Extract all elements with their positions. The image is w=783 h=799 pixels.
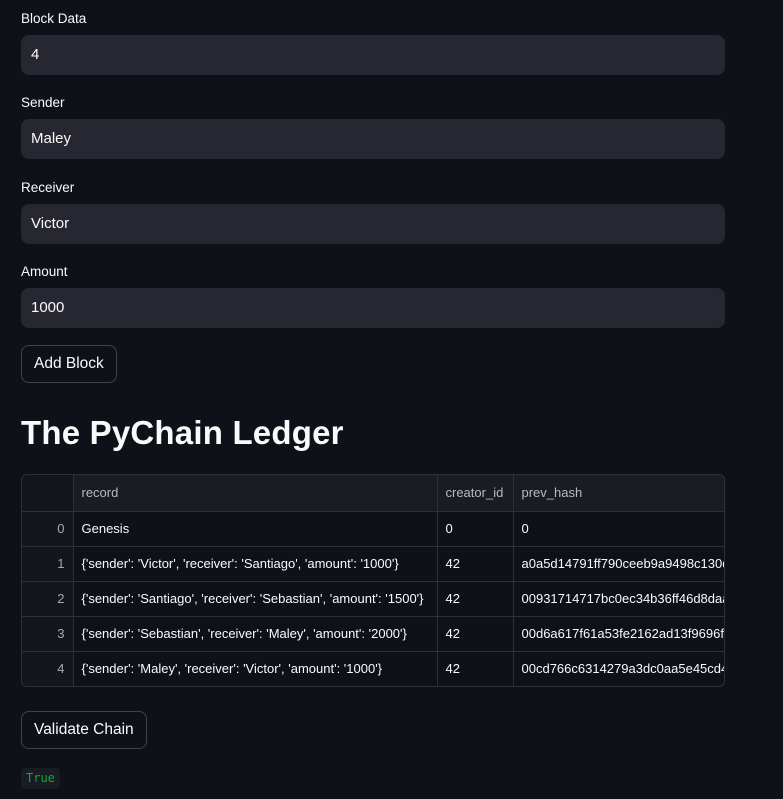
row-index: 4 bbox=[22, 651, 74, 686]
creator-id-cell[interactable]: 0 bbox=[437, 511, 514, 547]
sender-input[interactable]: Maley bbox=[21, 119, 725, 159]
add-block-button[interactable]: Add Block bbox=[21, 345, 117, 383]
block-data-label: Block Data bbox=[21, 11, 87, 26]
record-cell[interactable]: {'sender': 'Victor', 'receiver': 'Santia… bbox=[73, 546, 438, 582]
receiver-label: Receiver bbox=[21, 180, 75, 195]
record-cell[interactable]: Genesis bbox=[73, 511, 438, 547]
creator-id-cell[interactable]: 42 bbox=[437, 546, 514, 582]
column-header-record[interactable]: record bbox=[73, 475, 438, 512]
row-index: 2 bbox=[22, 581, 74, 617]
prev-hash-cell[interactable]: 00cd766c6314279a3dc0aa5e45cd48 bbox=[513, 651, 724, 686]
column-header-index bbox=[22, 475, 74, 512]
creator-id-cell[interactable]: 42 bbox=[437, 616, 514, 652]
table-row: 2 {'sender': 'Santiago', 'receiver': 'Se… bbox=[22, 581, 724, 617]
receiver-input[interactable]: Victor bbox=[21, 204, 725, 244]
block-data-input[interactable]: 4 bbox=[21, 35, 725, 75]
table-row: 4 {'sender': 'Maley', 'receiver': 'Victo… bbox=[22, 651, 724, 686]
prev-hash-cell[interactable]: a0a5d14791ff790ceeb9a9498c130d bbox=[513, 546, 724, 582]
row-index: 0 bbox=[22, 511, 74, 547]
table-row: 3 {'sender': 'Sebastian', 'receiver': 'M… bbox=[22, 616, 724, 652]
creator-id-cell[interactable]: 42 bbox=[437, 581, 514, 617]
prev-hash-cell[interactable]: 0 bbox=[513, 511, 724, 547]
column-header-prev-hash[interactable]: prev_hash bbox=[513, 475, 724, 512]
record-cell[interactable]: {'sender': 'Maley', 'receiver': 'Victor'… bbox=[73, 651, 438, 686]
row-index: 3 bbox=[22, 616, 74, 652]
validate-chain-button[interactable]: Validate Chain bbox=[21, 711, 147, 749]
prev-hash-cell[interactable]: 00931714717bc0ec34b36ff46d8daa bbox=[513, 581, 724, 617]
app-page: Block Data 4 Sender Maley Receiver Victo… bbox=[0, 0, 783, 799]
validation-result: True bbox=[21, 768, 60, 789]
amount-input[interactable]: 1000 bbox=[21, 288, 725, 328]
table-row: 1 {'sender': 'Victor', 'receiver': 'Sant… bbox=[22, 546, 724, 582]
sender-label: Sender bbox=[21, 95, 65, 110]
table-header-row: record creator_id prev_hash bbox=[22, 475, 724, 512]
ledger-table[interactable]: record creator_id prev_hash 0 Genesis 0 … bbox=[21, 474, 725, 687]
table-row: 0 Genesis 0 0 bbox=[22, 511, 724, 547]
amount-label: Amount bbox=[21, 264, 68, 279]
row-index: 1 bbox=[22, 546, 74, 582]
prev-hash-cell[interactable]: 00d6a617f61a53fe2162ad13f9696ff bbox=[513, 616, 724, 652]
record-cell[interactable]: {'sender': 'Santiago', 'receiver': 'Seba… bbox=[73, 581, 438, 617]
ledger-title: The PyChain Ledger bbox=[21, 414, 344, 451]
record-cell[interactable]: {'sender': 'Sebastian', 'receiver': 'Mal… bbox=[73, 616, 438, 652]
creator-id-cell[interactable]: 42 bbox=[437, 651, 514, 686]
column-header-creator-id[interactable]: creator_id bbox=[437, 475, 514, 512]
